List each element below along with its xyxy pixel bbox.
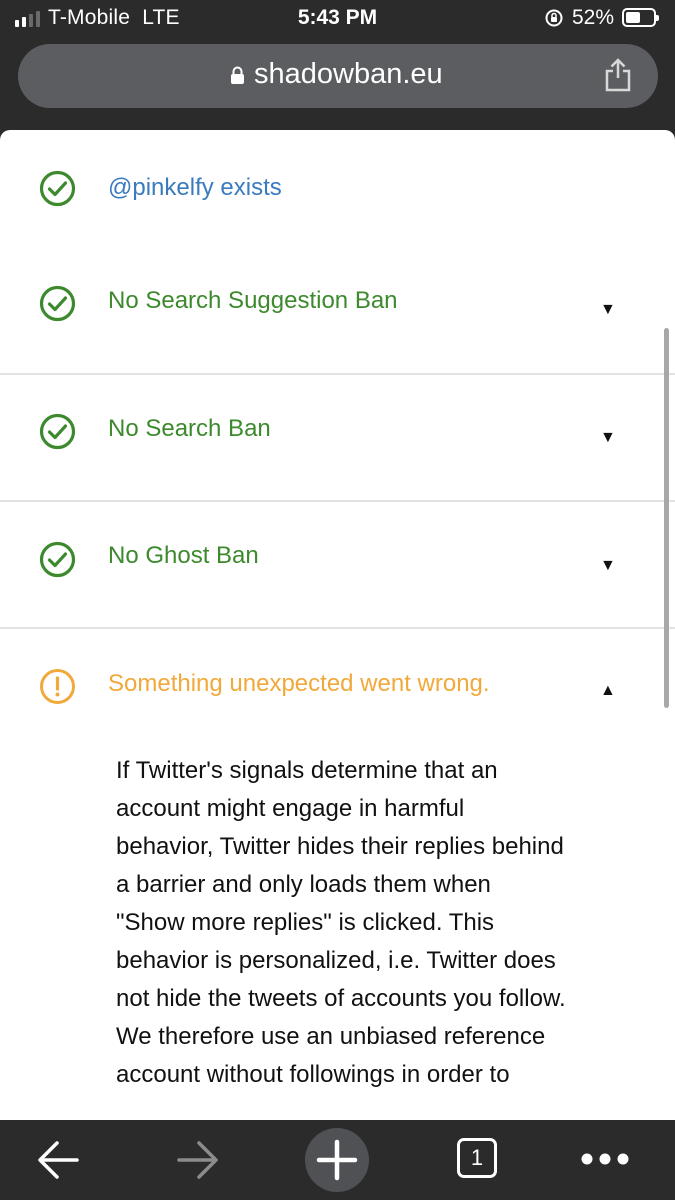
check-circle-icon bbox=[39, 170, 76, 207]
scrollbar[interactable] bbox=[664, 328, 669, 708]
battery-percent: 52% bbox=[572, 6, 615, 29]
expand-caret-icon[interactable]: ▼ bbox=[600, 557, 616, 575]
expand-caret-icon[interactable]: ▼ bbox=[600, 429, 616, 447]
collapse-caret-icon[interactable]: ▲ bbox=[600, 682, 616, 700]
new-tab-button[interactable] bbox=[305, 1128, 369, 1192]
result-description: If Twitter's signals determine that an a… bbox=[116, 757, 566, 1088]
result-label-search-ban: No Search Ban bbox=[108, 415, 271, 442]
plus-icon bbox=[316, 1139, 358, 1181]
status-bar: T-Mobile LTE 5:43 PM 52% bbox=[0, 0, 675, 38]
forward-arrow-icon[interactable] bbox=[175, 1138, 221, 1182]
result-label-search-suggestion: No Search Suggestion Ban bbox=[108, 287, 398, 314]
result-row-reply-deboosting[interactable]: Something unexpected went wrong. ▲ bbox=[0, 629, 675, 729]
check-circle-icon bbox=[39, 285, 76, 322]
browser-toolbar: 1 bbox=[0, 1120, 675, 1200]
result-row-ghost-ban[interactable]: No Ghost Ban ▼ bbox=[0, 502, 675, 627]
expand-caret-icon[interactable]: ▼ bbox=[600, 301, 616, 319]
share-icon[interactable] bbox=[603, 57, 633, 93]
back-arrow-icon[interactable] bbox=[35, 1138, 81, 1182]
result-row-exists: @pinkelfy exists bbox=[0, 130, 675, 250]
tab-switcher-button[interactable]: 1 bbox=[457, 1138, 497, 1178]
orientation-lock-icon bbox=[545, 9, 563, 27]
battery-icon bbox=[622, 8, 659, 27]
more-menu-icon[interactable] bbox=[580, 1152, 630, 1166]
url-text: shadowban.eu bbox=[254, 58, 443, 90]
result-label-ghost-ban: No Ghost Ban bbox=[108, 542, 259, 569]
result-label-warning: Something unexpected went wrong. bbox=[108, 670, 490, 697]
warning-circle-icon bbox=[40, 669, 75, 704]
result-row-search-ban[interactable]: No Search Ban ▼ bbox=[0, 375, 675, 500]
result-row-search-suggestion[interactable]: No Search Suggestion Ban ▼ bbox=[0, 250, 675, 373]
address-bar[interactable]: shadowban.eu bbox=[18, 44, 658, 108]
page-content: @pinkelfy exists No Search Suggestion Ba… bbox=[0, 130, 675, 1120]
lock-icon bbox=[231, 66, 244, 84]
check-circle-icon bbox=[39, 541, 76, 578]
result-label-exists[interactable]: @pinkelfy exists bbox=[108, 174, 282, 202]
check-circle-icon bbox=[39, 413, 76, 450]
